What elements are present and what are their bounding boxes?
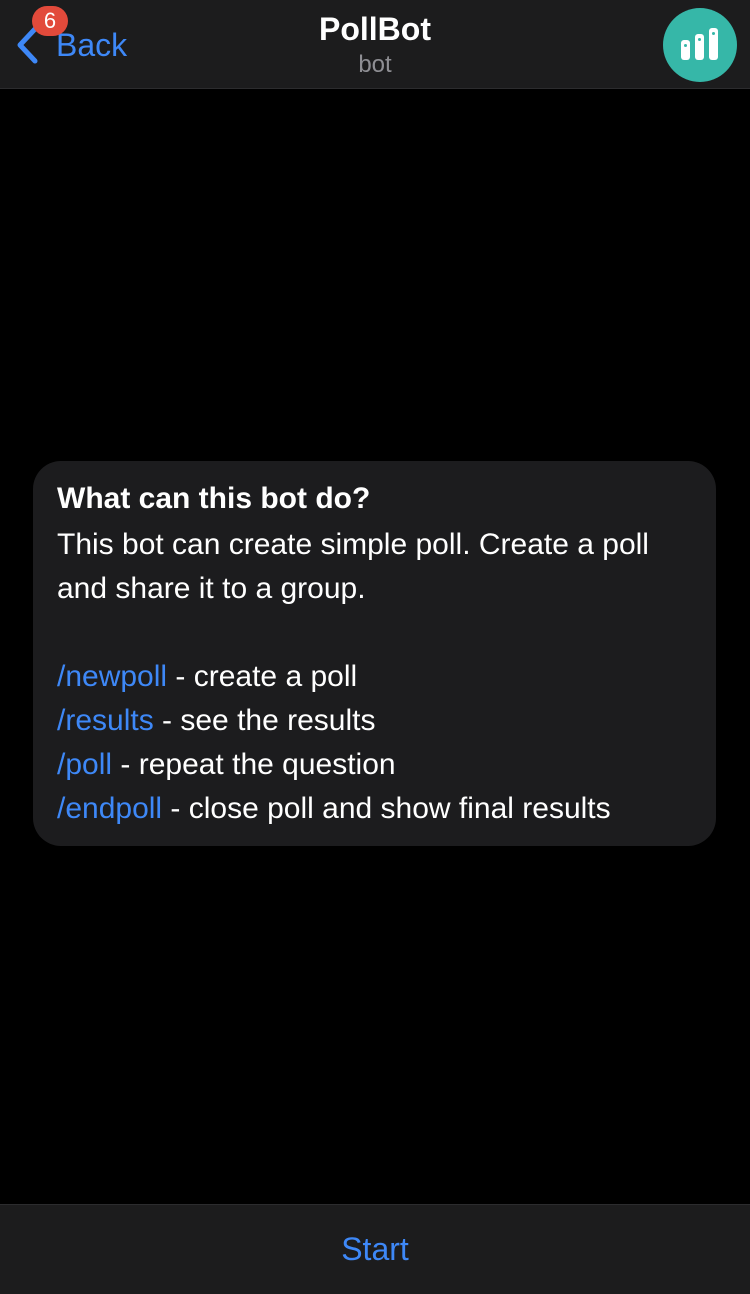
bar-chart-icon xyxy=(681,28,718,60)
command-row: /endpoll - close poll and show final res… xyxy=(57,787,692,831)
command-row: /newpoll - create a poll xyxy=(57,655,692,699)
start-button[interactable]: Start xyxy=(311,1223,439,1276)
command-list: /newpoll - create a poll /results - see … xyxy=(57,655,692,831)
command-link-results[interactable]: /results xyxy=(57,704,154,737)
chat-title-block[interactable]: PollBot bot xyxy=(0,10,750,80)
bot-info-description: This bot can create simple poll. Create … xyxy=(57,528,649,605)
bot-avatar[interactable] xyxy=(663,8,737,82)
command-description: - create a poll xyxy=(167,660,358,693)
chat-subtitle: bot xyxy=(358,51,392,78)
command-row: /results - see the results xyxy=(57,699,692,743)
bot-info-card: What can this bot do? This bot can creat… xyxy=(33,461,716,846)
command-link-endpoll[interactable]: /endpoll xyxy=(57,792,162,825)
chat-title: PollBot xyxy=(319,11,431,47)
navigation-bar: Back 6 PollBot bot xyxy=(0,0,750,89)
chat-screen: Back 6 PollBot bot What can this bot do?… xyxy=(0,0,750,1294)
command-link-newpoll[interactable]: /newpoll xyxy=(57,660,167,693)
bot-info-title: What can this bot do? xyxy=(57,482,371,515)
command-row: /poll - repeat the question xyxy=(57,743,692,787)
command-description: - repeat the question xyxy=(112,748,396,781)
command-description: - close poll and show final results xyxy=(162,792,611,825)
command-link-poll[interactable]: /poll xyxy=(57,748,112,781)
bottom-bar: Start xyxy=(0,1204,750,1294)
command-description: - see the results xyxy=(153,704,376,737)
